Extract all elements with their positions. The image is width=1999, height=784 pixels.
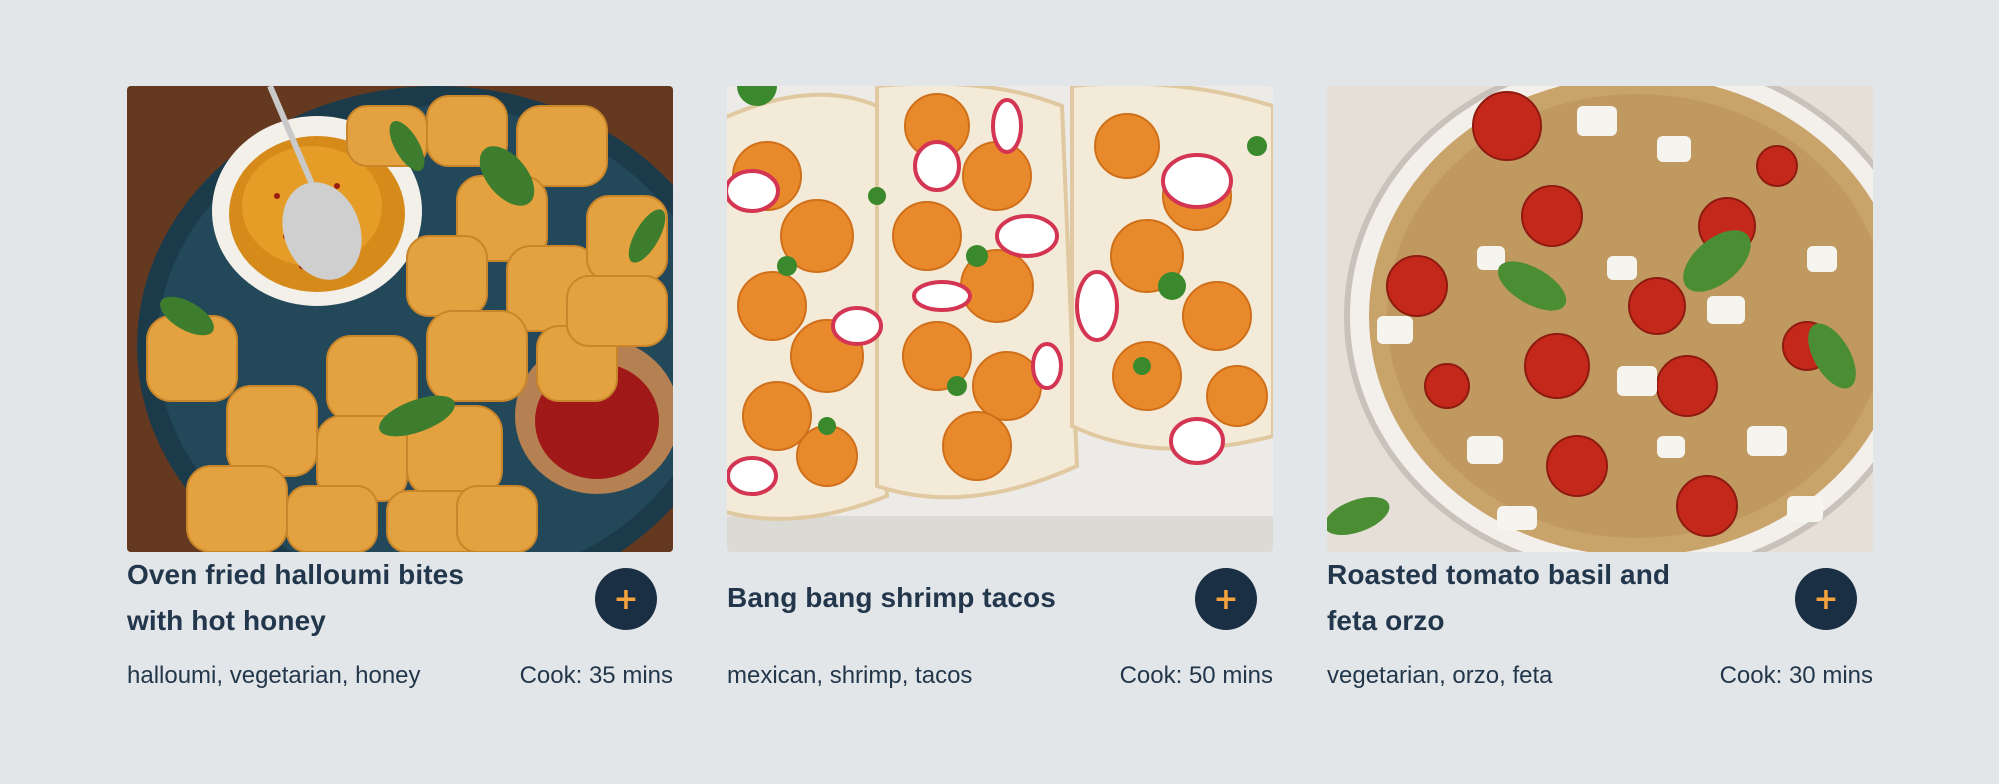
recipe-photo-halloumi[interactable] (127, 86, 673, 552)
recipe-title[interactable]: Oven fried halloumi bites with hot honey (127, 552, 527, 644)
add-recipe-button[interactable]: + (595, 568, 657, 630)
cook-time: Cook: 30 mins (1719, 662, 1873, 689)
recipe-card[interactable]: Oven fried halloumi bites with hot honey… (127, 86, 673, 696)
plus-icon: + (1813, 581, 1839, 617)
recipe-photo-orzo[interactable] (1327, 86, 1873, 552)
recipe-card-grid: Oven fried halloumi bites with hot honey… (127, 86, 1873, 696)
recipe-title[interactable]: Bang bang shrimp tacos (727, 575, 1127, 621)
recipe-meta-row: mexican, shrimp, tacos Cook: 50 mins (727, 656, 1273, 696)
recipe-title-row: Bang bang shrimp tacos + (727, 552, 1273, 656)
add-recipe-button[interactable]: + (1195, 568, 1257, 630)
recipe-title-row: Oven fried halloumi bites with hot honey… (127, 552, 673, 656)
recipe-tags: mexican, shrimp, tacos (727, 662, 973, 689)
recipe-tags: vegetarian, orzo, feta (1327, 662, 1553, 689)
recipe-title-row: Roasted tomato basil and feta orzo + (1327, 552, 1873, 656)
cook-time: Cook: 50 mins (1119, 662, 1273, 689)
plus-icon: + (613, 581, 639, 617)
recipe-meta-row: vegetarian, orzo, feta Cook: 30 mins (1327, 656, 1873, 696)
recipe-card[interactable]: Roasted tomato basil and feta orzo + veg… (1327, 86, 1873, 696)
recipe-title[interactable]: Roasted tomato basil and feta orzo (1327, 552, 1727, 644)
cook-time: Cook: 35 mins (519, 662, 673, 689)
add-recipe-button[interactable]: + (1795, 568, 1857, 630)
recipe-tags: halloumi, vegetarian, honey (127, 662, 421, 689)
recipe-meta-row: halloumi, vegetarian, honey Cook: 35 min… (127, 656, 673, 696)
plus-icon: + (1213, 581, 1239, 617)
recipe-photo-shrimp-tacos[interactable] (727, 86, 1273, 552)
recipe-card[interactable]: Bang bang shrimp tacos + mexican, shrimp… (727, 86, 1273, 696)
